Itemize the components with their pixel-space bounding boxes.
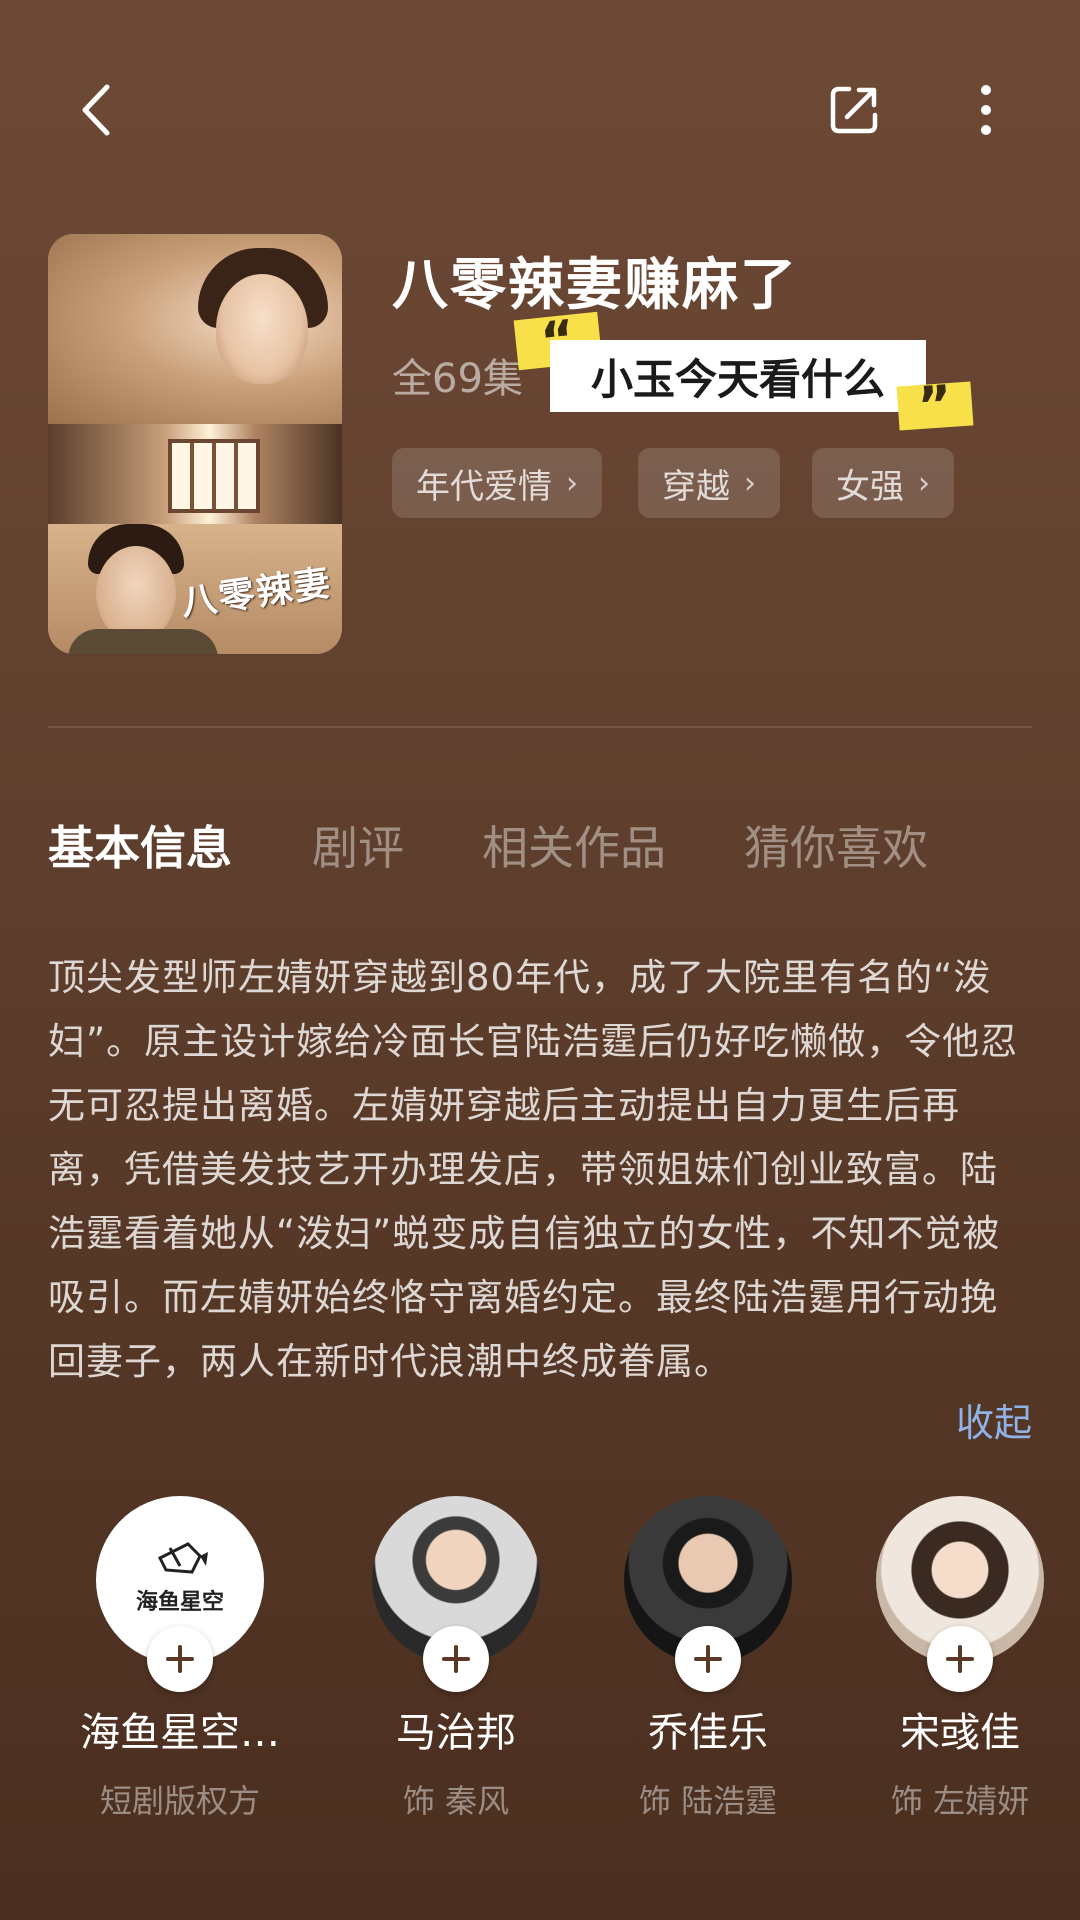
tab-recommendations[interactable]: 猜你喜欢 bbox=[744, 812, 928, 878]
tag-女强[interactable]: 女强 › bbox=[812, 448, 954, 518]
share-icon bbox=[830, 86, 878, 134]
watermark-close-quote: ” bbox=[896, 375, 974, 437]
cast-item-actor[interactable]: 马治邦 饰 秦风 bbox=[336, 1496, 576, 1822]
share-button[interactable] bbox=[822, 78, 886, 142]
collapse-link[interactable]: 收起 bbox=[956, 1392, 1032, 1447]
tab-reviews[interactable]: 剧评 bbox=[312, 812, 404, 878]
more-vertical-icon bbox=[981, 85, 991, 135]
cast-role: 短剧版权方 bbox=[99, 1782, 260, 1820]
tab-basic-info[interactable]: 基本信息 bbox=[48, 812, 232, 878]
cast-item-actor[interactable]: 宋彧佳 饰 左婧妍 bbox=[840, 1496, 1080, 1822]
tab-related-works[interactable]: 相关作品 bbox=[482, 812, 666, 878]
cast-item-publisher[interactable]: 海鱼星空 海鱼星空… 短剧版权方 bbox=[60, 1496, 300, 1822]
follow-button[interactable] bbox=[927, 1626, 993, 1692]
synopsis-text: 顶尖发型师左婧妍穿越到80年代，成了大院里有名的“泼妇”。原主设计嫁给冷面长官陆… bbox=[48, 956, 1019, 1383]
cast-role: 饰 秦风 bbox=[402, 1782, 510, 1820]
chevron-right-icon: › bbox=[566, 465, 578, 501]
cast-name: 马治邦 bbox=[396, 1710, 516, 1756]
plus-icon bbox=[166, 1645, 194, 1673]
follow-button[interactable] bbox=[147, 1626, 213, 1692]
chevron-right-icon: › bbox=[918, 465, 930, 501]
plus-icon bbox=[442, 1645, 470, 1673]
plus-icon bbox=[694, 1645, 722, 1673]
tag-穿越[interactable]: 穿越 › bbox=[638, 448, 780, 518]
cast-item-actor[interactable]: 乔佳乐 饰 陆浩霆 bbox=[588, 1496, 828, 1822]
cast-role: 饰 陆浩霆 bbox=[638, 1782, 778, 1820]
drama-title: 八零辣妻赚麻了 bbox=[392, 253, 798, 318]
follow-button[interactable] bbox=[675, 1626, 741, 1692]
cast-role: 饰 左婧妍 bbox=[890, 1782, 1030, 1820]
back-button[interactable] bbox=[68, 78, 124, 142]
tag-年代爱情[interactable]: 年代爱情 › bbox=[392, 448, 602, 518]
publisher-logo-text: 海鱼星空 bbox=[135, 1589, 224, 1615]
watermark-label: 小玉今天看什么 bbox=[550, 340, 926, 412]
drama-poster[interactable]: 八零辣妻 bbox=[48, 234, 342, 654]
more-button[interactable] bbox=[968, 78, 1004, 142]
follow-button[interactable] bbox=[423, 1626, 489, 1692]
cast-name: 海鱼星空… bbox=[80, 1710, 280, 1756]
chevron-left-icon bbox=[82, 84, 110, 136]
divider bbox=[48, 726, 1032, 728]
episode-count: 全69集 bbox=[392, 356, 523, 402]
cast-name: 乔佳乐 bbox=[648, 1710, 768, 1756]
plus-icon bbox=[946, 1645, 974, 1673]
cast-name: 宋彧佳 bbox=[900, 1710, 1020, 1756]
chevron-right-icon: › bbox=[744, 465, 756, 501]
